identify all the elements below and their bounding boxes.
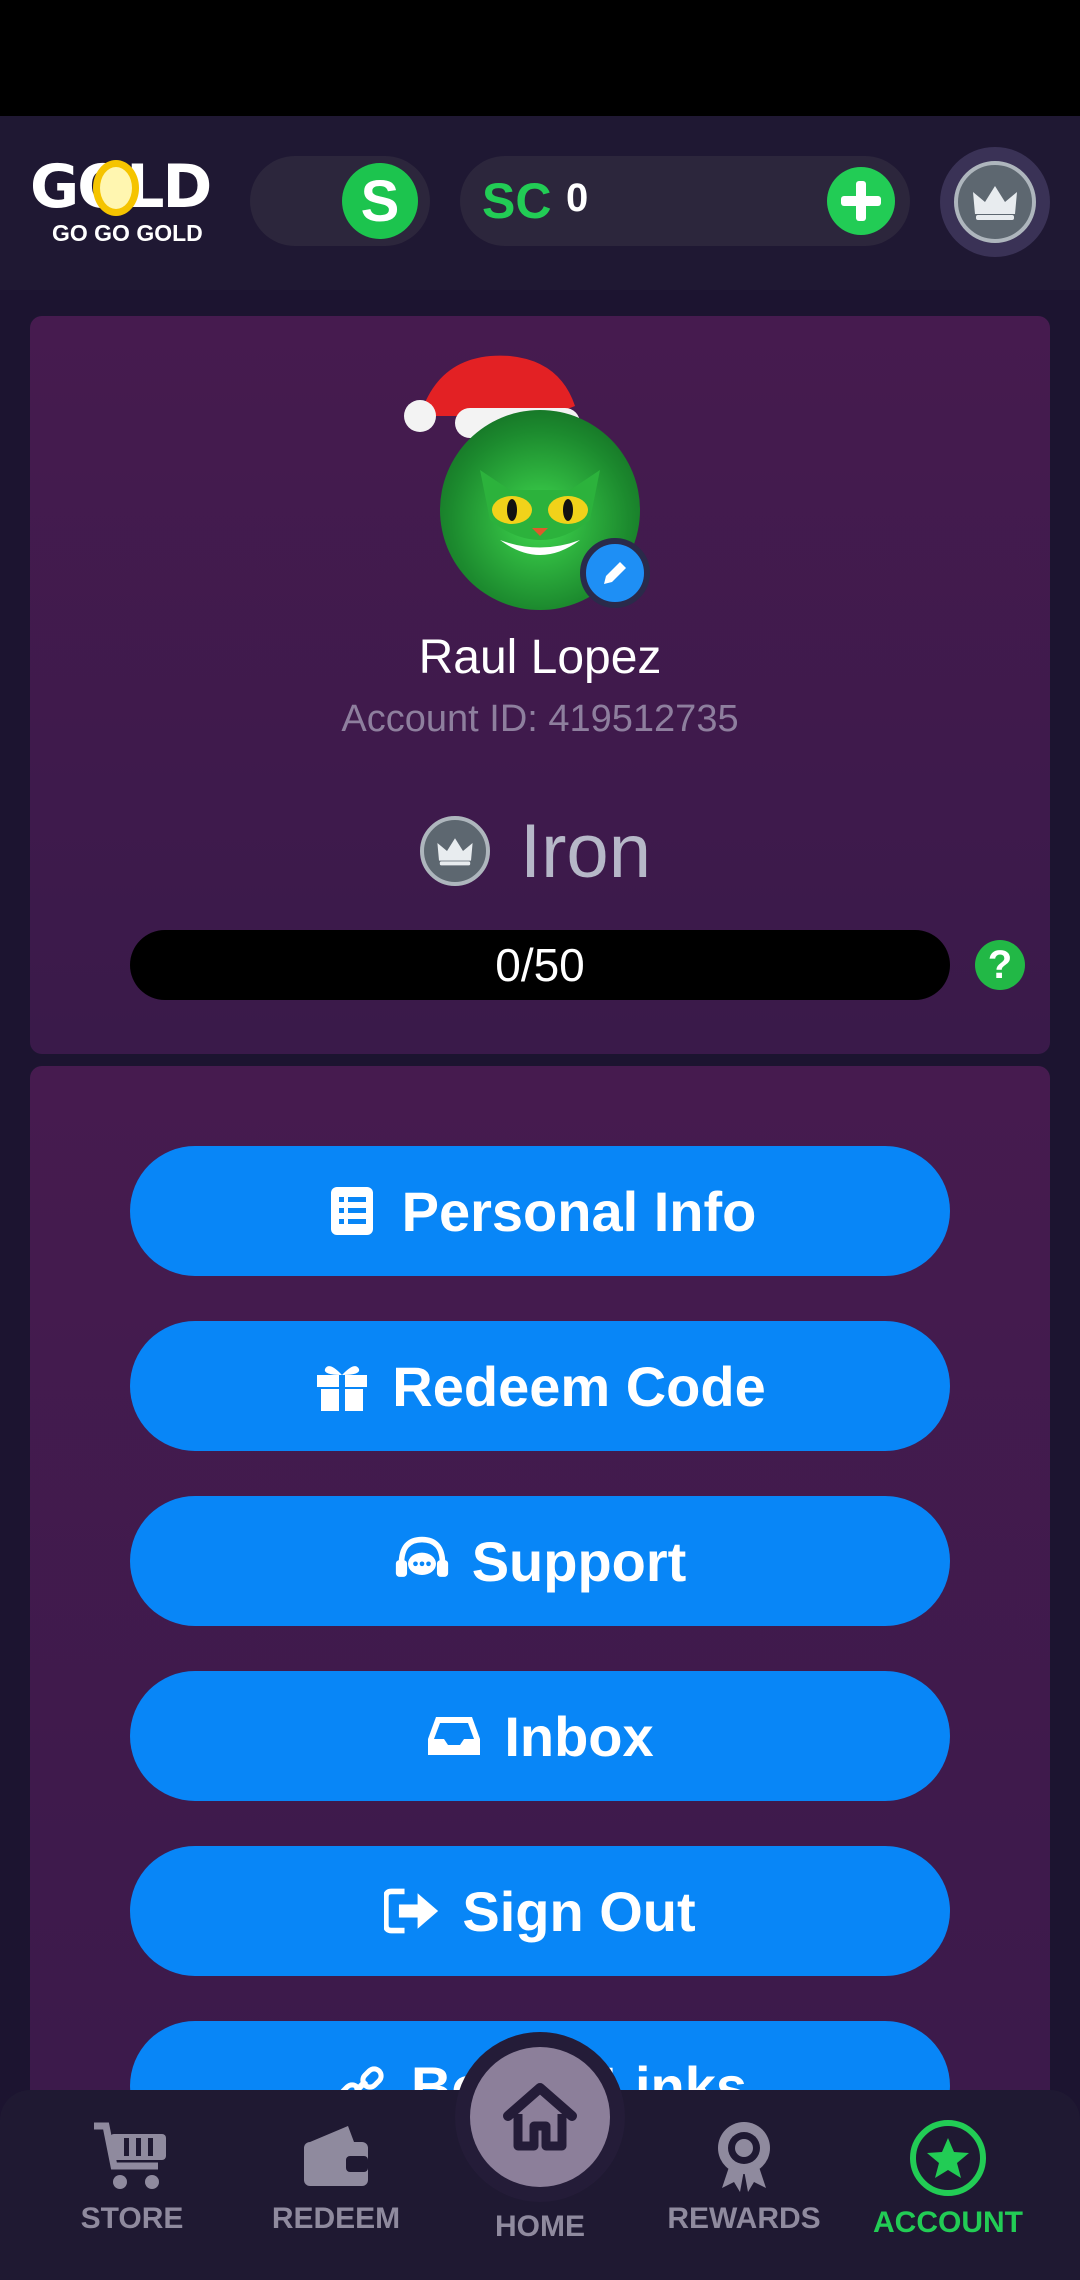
help-icon[interactable]: ? — [975, 940, 1025, 990]
account-id: Account ID: 419512735 — [341, 698, 739, 740]
nav-home[interactable] — [455, 2032, 625, 2202]
star-icon — [910, 2120, 986, 2196]
sign-out-button[interactable]: Sign Out — [130, 1846, 950, 1976]
nav-account[interactable]: ACCOUNT — [848, 2120, 1048, 2240]
personal-info-label: Personal Info — [401, 1179, 757, 1243]
inbox-icon — [426, 1708, 482, 1764]
add-sc-button[interactable] — [827, 167, 895, 235]
nav-store[interactable]: STORE — [32, 2120, 232, 2236]
nav-redeem[interactable]: REDEEM — [236, 2120, 436, 2236]
support-button[interactable]: Support — [130, 1496, 950, 1626]
tier-crown-icon — [420, 816, 490, 886]
gift-icon — [314, 1358, 370, 1414]
sign-out-label: Sign Out — [462, 1879, 696, 1943]
personal-info-button[interactable]: Personal Info — [130, 1146, 950, 1276]
nav-rewards-label: REWARDS — [667, 2202, 821, 2235]
gold-logo[interactable]: GOLD GO GO GOLD — [30, 156, 220, 246]
progress-text: 0/50 — [495, 939, 585, 991]
headset-icon — [394, 1533, 450, 1589]
tier-progress-bar: 0/50 — [130, 930, 950, 1000]
redeem-code-button[interactable]: Redeem Code — [130, 1321, 950, 1451]
nav-store-label: STORE — [80, 2202, 184, 2235]
sc-label: SC — [482, 173, 552, 229]
nav-home-label: HOME — [495, 2210, 585, 2243]
wallet-icon — [304, 2126, 368, 2186]
nav-rewards[interactable]: REWARDS — [644, 2120, 844, 2236]
support-label: Support — [471, 1529, 687, 1593]
status-bar — [0, 0, 1080, 116]
tier-avatar-button[interactable] — [940, 147, 1050, 257]
redeem-code-label: Redeem Code — [392, 1354, 766, 1418]
list-icon — [324, 1183, 380, 1239]
pencil-icon — [604, 562, 626, 584]
sign-out-icon — [384, 1883, 440, 1939]
logo-tagline: GO GO GOLD — [52, 220, 203, 246]
crown-icon — [954, 161, 1036, 243]
tier-row: Iron — [420, 806, 651, 896]
profile-name: Raul Lopez — [418, 631, 662, 684]
edit-avatar-button[interactable] — [580, 538, 650, 608]
sc-balance-value: 0 — [566, 176, 589, 220]
home-icon — [503, 2083, 577, 2151]
s-coin-icon: S — [342, 163, 418, 239]
rewards-badge-icon — [718, 2122, 770, 2192]
cart-icon — [94, 2122, 166, 2189]
nav-redeem-label: REDEEM — [271, 2202, 401, 2235]
logo-coin-icon — [93, 160, 139, 216]
tier-name: Iron — [520, 808, 651, 894]
inbox-button[interactable]: Inbox — [130, 1671, 950, 1801]
nav-account-label: ACCOUNT — [873, 2206, 1023, 2239]
inbox-label: Inbox — [504, 1704, 654, 1768]
home-button[interactable] — [470, 2047, 610, 2187]
